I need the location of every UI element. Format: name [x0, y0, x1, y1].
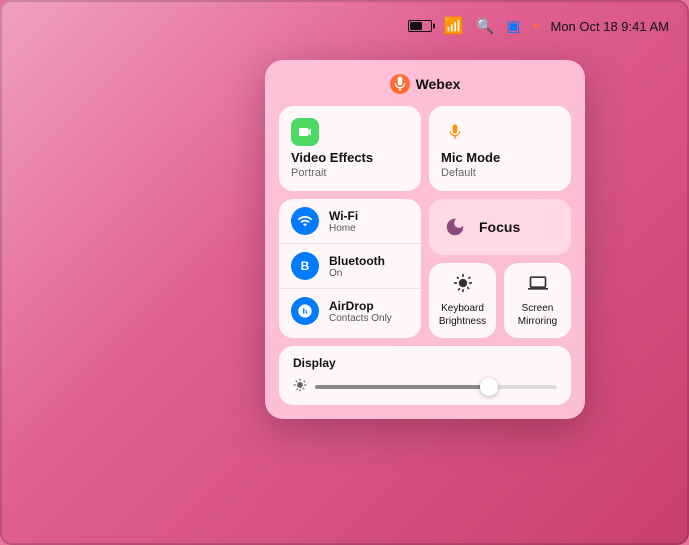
bluetooth-status: On: [329, 268, 385, 279]
bluetooth-item[interactable]: B Bluetooth On: [279, 244, 421, 289]
keyboard-brightness-tile[interactable]: Keyboard Brightness: [429, 263, 496, 338]
right-col: Focus Keyboard Brightness: [429, 199, 571, 338]
video-effects-subtitle: Portrait: [291, 167, 409, 179]
keyboard-brightness-icon: [453, 273, 473, 298]
bluetooth-text: Bluetooth On: [329, 254, 385, 279]
airdrop-name: AirDrop: [329, 299, 392, 313]
search-menubar-icon[interactable]: 🔍: [476, 17, 495, 35]
brightness-thumb: [480, 378, 498, 396]
top-row: Video Effects Portrait Mic Mode Default: [279, 106, 571, 191]
airdrop-icon: [291, 297, 319, 325]
wifi-menubar-icon: 📶: [444, 16, 464, 36]
bottom-small-row: Keyboard Brightness Screen Mirroring: [429, 263, 571, 338]
mic-mode-icon-row: [441, 118, 559, 146]
webex-mic-icon: [390, 74, 410, 94]
brightness-slider[interactable]: [315, 385, 557, 389]
airdrop-status: Contacts Only: [329, 313, 392, 324]
bluetooth-name: Bluetooth: [329, 254, 385, 268]
webex-header: Webex: [279, 74, 571, 94]
brightness-row: [293, 378, 557, 395]
screen-mirroring-label: Screen Mirroring: [518, 302, 557, 328]
brightness-low-icon: [293, 378, 307, 395]
focus-label: Focus: [479, 219, 520, 235]
control-center-panel: Webex Video Effects Portrait: [265, 60, 585, 419]
menu-bar: 📶 🔍 ▣ ● Mon Oct 18 9:41 AM: [0, 0, 689, 52]
video-effects-icon-row: [291, 118, 409, 146]
wifi-icon: [291, 207, 319, 235]
focus-tile[interactable]: Focus: [429, 199, 571, 255]
display-section: Display: [279, 346, 571, 405]
keyboard-brightness-label: Keyboard Brightness: [439, 302, 486, 328]
screen-mirroring-icon: [528, 273, 548, 298]
video-effects-tile[interactable]: Video Effects Portrait: [279, 106, 421, 191]
middle-section: Wi-Fi Home B Bluetooth On: [279, 199, 571, 338]
mic-mode-title: Mic Mode: [441, 150, 559, 165]
brightness-fill: [315, 385, 489, 389]
screen-mirror-menubar-icon[interactable]: ▣: [506, 17, 520, 35]
video-effects-icon: [291, 118, 319, 146]
screen-mirroring-tile[interactable]: Screen Mirroring: [504, 263, 571, 338]
bluetooth-icon: B: [291, 252, 319, 280]
wifi-name: Wi-Fi: [329, 209, 358, 223]
mic-mode-tile[interactable]: Mic Mode Default: [429, 106, 571, 191]
focus-moon-icon: [441, 213, 469, 241]
video-effects-title: Video Effects: [291, 150, 409, 165]
display-label: Display: [293, 356, 557, 370]
mic-mode-icon: [441, 118, 469, 146]
airdrop-text: AirDrop Contacts Only: [329, 299, 392, 324]
airdrop-item[interactable]: AirDrop Contacts Only: [279, 289, 421, 333]
wifi-text: Wi-Fi Home: [329, 209, 358, 234]
wifi-status: Home: [329, 223, 358, 234]
menubar-time: Mon Oct 18 9:41 AM: [550, 19, 669, 34]
wifi-item[interactable]: Wi-Fi Home: [279, 199, 421, 244]
battery-icon: [408, 20, 432, 32]
webex-label: Webex: [416, 76, 461, 92]
menubar-dot: ●: [532, 21, 538, 32]
mic-mode-subtitle: Default: [441, 167, 559, 179]
network-tile: Wi-Fi Home B Bluetooth On: [279, 199, 421, 338]
